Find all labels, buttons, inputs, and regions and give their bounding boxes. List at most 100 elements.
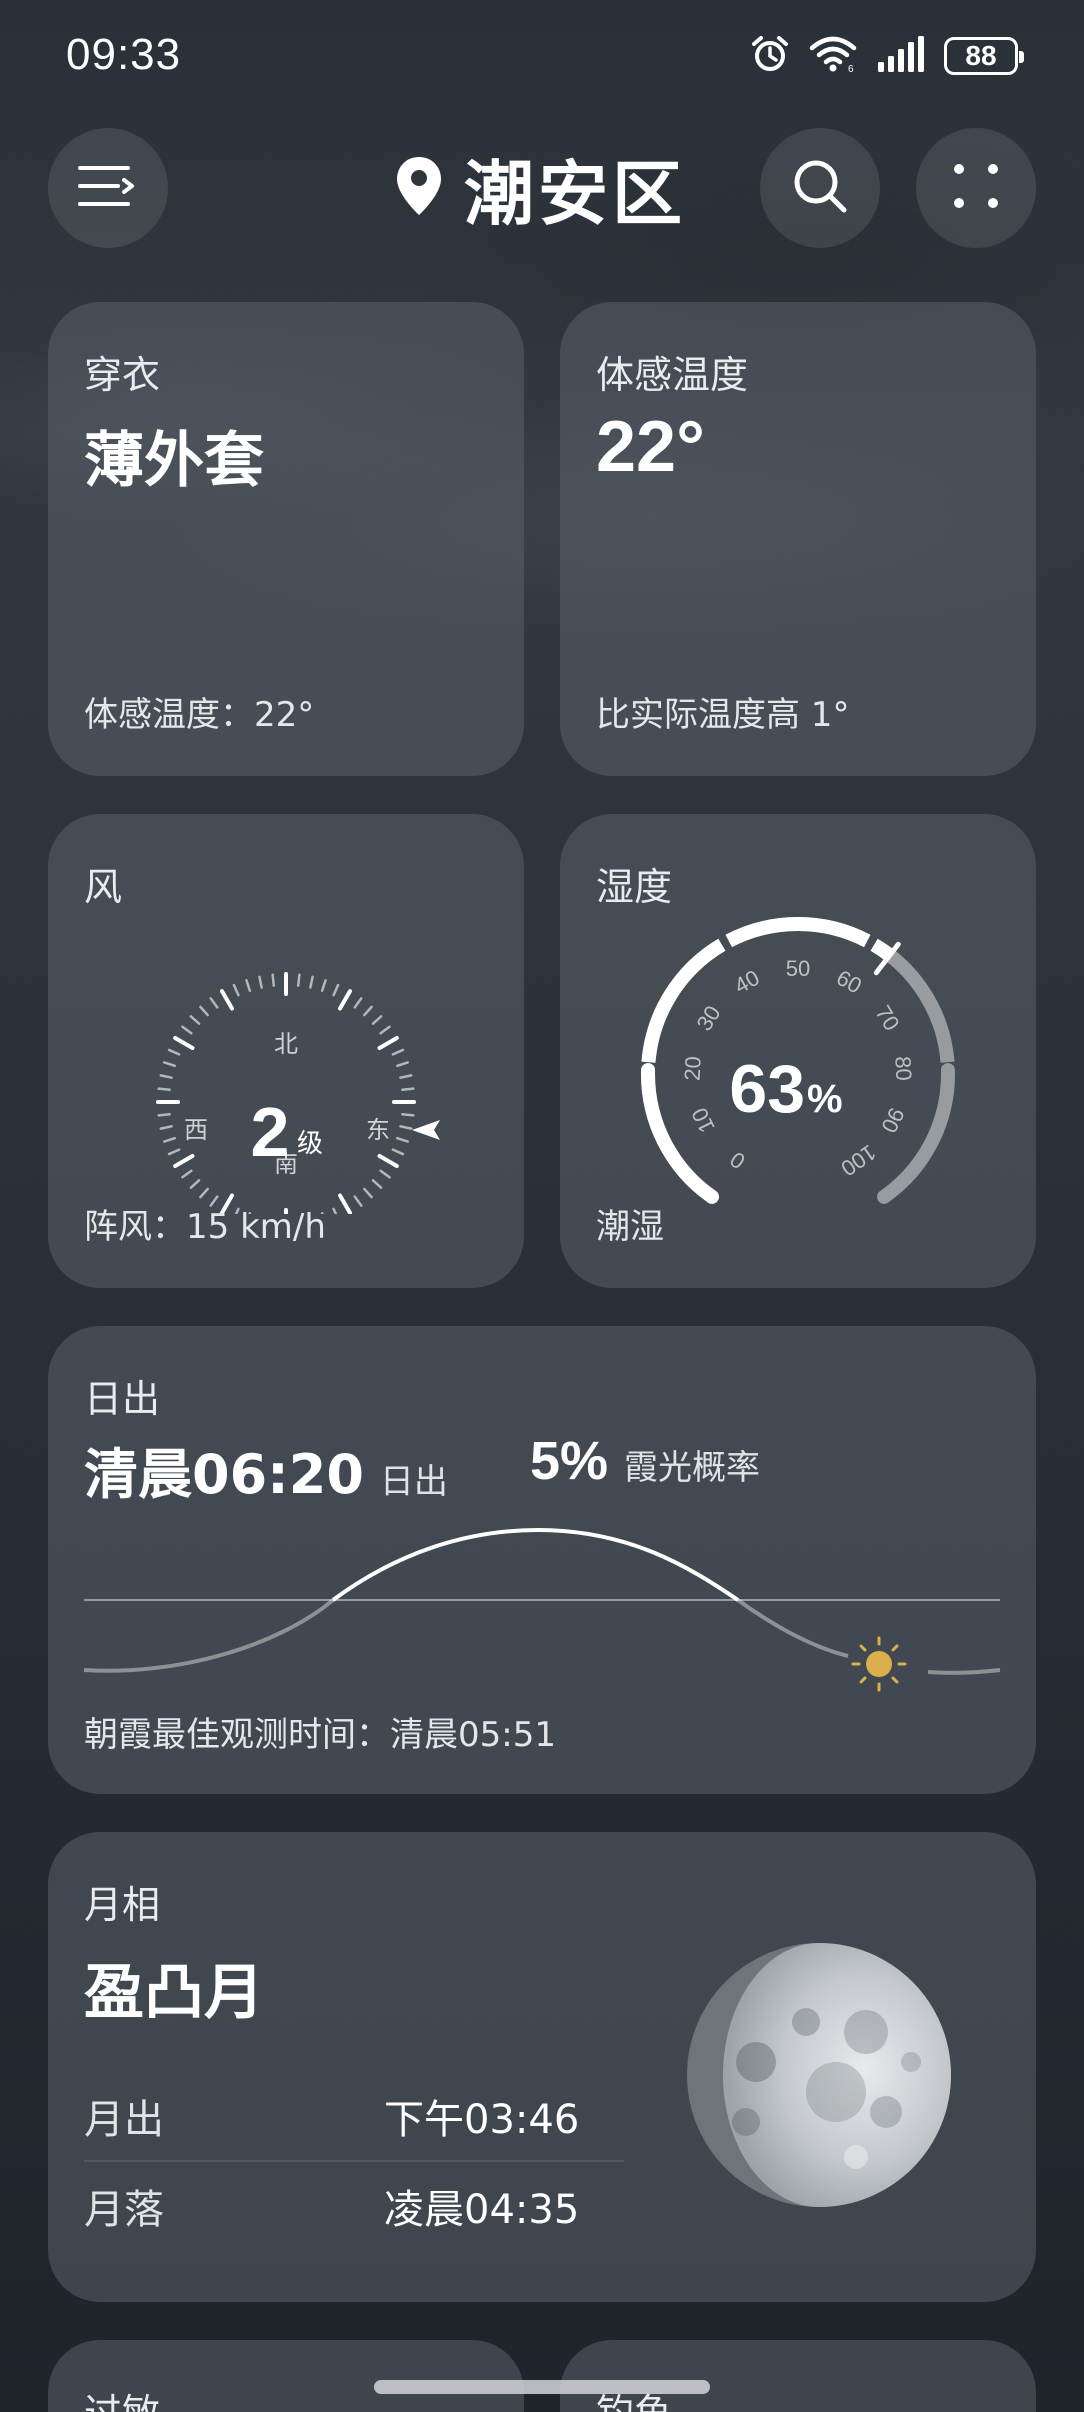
sunrise-label: 日出 xyxy=(84,1377,161,1421)
humidity-tick-label: 80 xyxy=(890,1056,916,1082)
battery-icon: 88 xyxy=(944,37,1024,75)
compass-tick xyxy=(173,1036,195,1050)
compass-tick xyxy=(371,1179,383,1189)
compass-tick xyxy=(338,1193,352,1214)
moonrise-time: 下午03:46 xyxy=(384,2097,580,2143)
compass-tick xyxy=(189,1015,201,1025)
compass-tick xyxy=(163,1136,176,1143)
humidity-value: 63% xyxy=(729,1051,842,1127)
more-button[interactable] xyxy=(916,128,1036,248)
home-indicator[interactable] xyxy=(374,2380,710,2394)
sunrise-card[interactable]: 日出 清晨06:20 日出 5% 霞光概率 朝霞最佳观测时间：清晨05:51 xyxy=(48,1326,1036,1794)
header: 潮安区 xyxy=(0,128,1084,248)
compass-tick xyxy=(189,1179,201,1189)
compass-west: 西 xyxy=(184,1116,208,1144)
search-icon xyxy=(790,156,850,220)
clothing-label: 穿衣 xyxy=(84,353,161,397)
compass-tick xyxy=(371,1015,383,1025)
location-selector[interactable]: 潮安区 xyxy=(394,142,686,235)
compass-tick xyxy=(309,975,314,989)
humidity-arc-fill xyxy=(641,938,726,1063)
compass-tick xyxy=(157,1112,171,1117)
compass-tick xyxy=(167,1048,181,1056)
sun-path-above xyxy=(331,1527,740,1602)
menu-button[interactable] xyxy=(48,128,168,248)
compass-tick xyxy=(377,1154,399,1168)
compass-east: 东 xyxy=(366,1116,390,1144)
humidity-tick-label: 50 xyxy=(786,956,810,981)
moon-label: 月相 xyxy=(84,1883,161,1927)
search-button[interactable] xyxy=(760,128,880,248)
compass-tick xyxy=(363,1187,373,1199)
sun-icon xyxy=(851,1636,907,1692)
feels-like-footer: 比实际温度高 1° xyxy=(596,695,850,735)
compass-tick xyxy=(396,1136,409,1143)
sun-path-below-left xyxy=(83,1598,335,1673)
sunrise-footer: 朝霞最佳观测时间：清晨05:51 xyxy=(84,1715,556,1755)
wifi-icon: 6 xyxy=(808,34,858,78)
compass-tick xyxy=(271,973,276,987)
moonrise-label: 月出 xyxy=(84,2097,164,2143)
humidity-arc-fill xyxy=(725,917,871,948)
moon-image xyxy=(687,1943,951,2207)
compass-tick xyxy=(199,1005,209,1017)
humidity-tick-label: 40 xyxy=(730,965,764,999)
clothing-value: 薄外套 xyxy=(84,426,264,496)
moon-phase: 盈凸月 xyxy=(84,1958,264,2028)
moonrise-row: 月出 下午03:46 xyxy=(84,2072,624,2160)
humidity-footer: 潮湿 xyxy=(596,1207,664,1247)
compass-tick xyxy=(399,1074,413,1079)
compass-tick xyxy=(377,1036,399,1050)
glow-value: 5% xyxy=(530,1431,609,1491)
clothing-footer: 体感温度：22° xyxy=(84,695,315,735)
status-icons: 6 88 xyxy=(750,34,1024,78)
compass-tick xyxy=(353,1195,363,1207)
humidity-tick-label: 20 xyxy=(680,1056,706,1082)
wind-level-unit: 级 xyxy=(297,1129,323,1159)
humidity-tick-label: 0 xyxy=(725,1147,749,1175)
compass-tick xyxy=(181,1169,193,1179)
compass-tick xyxy=(363,1005,373,1017)
location-title: 潮安区 xyxy=(464,152,686,235)
compass-tick xyxy=(391,1148,405,1156)
compass-tick xyxy=(173,1154,195,1168)
humidity-card[interactable]: 湿度 0 10 20 30 40 50 60 70 80 90 100 63% 潮湿 xyxy=(560,814,1036,1288)
humidity-tick-label: 100 xyxy=(836,1140,880,1182)
compass-tick xyxy=(379,1169,391,1179)
feels-like-card[interactable]: 体感温度 22° 比实际温度高 1° xyxy=(560,302,1036,776)
compass-tick xyxy=(332,983,340,997)
compass-tick xyxy=(159,1074,173,1079)
wind-gust: 阵风：15 km/h xyxy=(84,1207,326,1247)
compass-tick xyxy=(391,1048,405,1056)
compass-tick xyxy=(320,979,327,992)
moon-phase-card[interactable]: 月相 盈凸月 月出 下午03:46 月落 凌晨04:35 xyxy=(48,1832,1036,2302)
clothing-card[interactable]: 穿衣 薄外套 体感温度：22° xyxy=(48,302,524,776)
compass-tick xyxy=(199,1187,209,1199)
compass-tick xyxy=(181,1025,193,1035)
more-icon xyxy=(951,161,1001,215)
compass-tick xyxy=(167,1148,181,1156)
humidity-unit: % xyxy=(807,1077,843,1121)
compass-tick xyxy=(163,1061,176,1068)
compass-tick xyxy=(379,1025,391,1035)
moonset-row: 月落 凌晨04:35 xyxy=(84,2162,624,2250)
humidity-gauge: 010 20 3040 50 6070 80 90100 63% xyxy=(641,917,955,1204)
wind-card[interactable]: 风 北 南 西 东 2 级 阵风：15 km/h xyxy=(48,814,524,1288)
compass-tick xyxy=(245,979,252,992)
feels-like-value: 22° xyxy=(596,407,705,487)
sun-path-end xyxy=(927,1668,1001,1675)
status-bar: 09:33 6 88 xyxy=(0,0,1084,110)
battery-level: 88 xyxy=(965,40,997,71)
compass-tick xyxy=(396,1061,409,1068)
allergy-card[interactable]: 过敏 xyxy=(48,2340,524,2412)
humidity-tick-label: 90 xyxy=(876,1104,909,1137)
allergy-label: 过敏 xyxy=(84,2382,160,2412)
fishing-card[interactable]: 钓鱼 xyxy=(560,2340,1036,2412)
moonset-label: 月落 xyxy=(84,2187,164,2233)
moonset-time: 凌晨04:35 xyxy=(384,2187,580,2233)
sun-path-chart xyxy=(83,1527,1001,1692)
humidity-arc-fill xyxy=(870,938,895,961)
compass-tick xyxy=(159,1125,173,1130)
sunrise-time-row: 清晨06:20 日出 xyxy=(84,1430,448,1506)
compass-tick xyxy=(258,975,263,989)
